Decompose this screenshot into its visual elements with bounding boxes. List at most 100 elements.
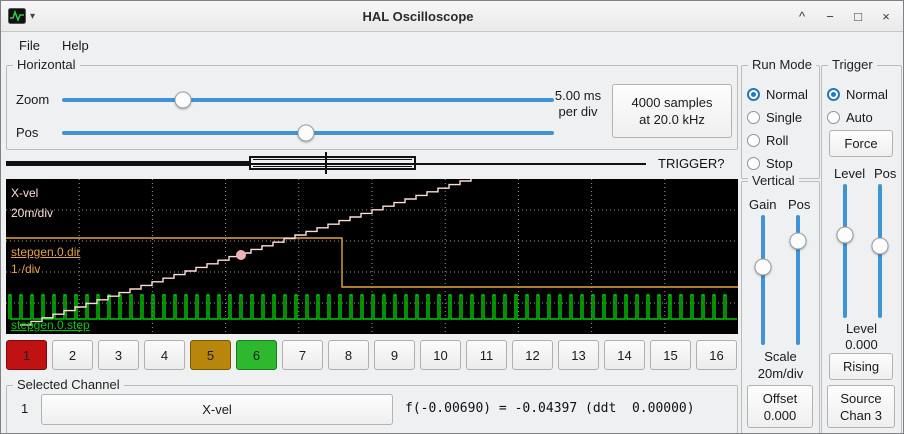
selected-channel-number: 1 [21,401,28,416]
scale-caption: Scale [742,349,819,365]
trigger-normal-radio[interactable]: Normal [827,84,888,104]
zoom-slider[interactable] [62,92,554,108]
scale-value: 20m/div [742,366,819,382]
radio-label: Single [766,110,802,125]
channel-name-button[interactable]: X-vel [41,394,393,425]
channel-button-6[interactable]: 6 [236,340,277,370]
window-controls: ^ − □ × [795,9,893,24]
gain-slider-handle[interactable] [755,259,772,276]
close-icon[interactable]: × [879,9,893,24]
vertical-group: Vertical Gain Pos Scale 20m/div Offset 0… [741,181,820,434]
trigger-level-slider-handle[interactable] [837,226,854,243]
edge-button[interactable]: Rising [829,353,893,380]
runmode-single-radio[interactable]: Single [747,107,802,127]
channel-button-14[interactable]: 14 [604,340,645,370]
hal-oscilloscope-window: ▾ HAL Oscilloscope ^ − □ × File Help Hor… [0,0,904,434]
scope-display: X-vel 20m/div stepgen.0.dir 1·/div stepg… [6,179,738,334]
trigger-auto-radio[interactable]: Auto [827,107,873,127]
scope-ch3-name: stepgen.0.step [11,318,90,332]
channel-button-5[interactable]: 5 [190,340,231,370]
radio-label: Roll [766,133,788,148]
shade-icon[interactable]: ^ [795,9,809,24]
channel-button-7[interactable]: 7 [282,340,323,370]
record-trigger-tick [325,152,327,174]
channel-button-12[interactable]: 12 [512,340,553,370]
source-button-value: Chan 3 [840,407,882,424]
force-button[interactable]: Force [829,130,893,157]
selected-channel-group-label: Selected Channel [13,377,124,392]
horizontal-group-label: Horizontal [13,57,80,72]
record-pretrigger-segment [6,161,251,166]
samples-button[interactable]: 4000 samples at 20.0 kHz [612,84,732,138]
radio-label: Normal [766,87,808,102]
offset-button-caption: Offset [763,390,797,407]
menu-file[interactable]: File [9,35,50,56]
vertical-group-label: Vertical [748,173,799,188]
offset-button[interactable]: Offset 0.000 [747,385,813,428]
samples-rate: at 20.0 kHz [639,111,705,128]
pos-slider[interactable] [62,125,554,141]
window-title: HAL Oscilloscope [41,9,795,24]
vertical-pos-slider[interactable] [790,215,806,345]
runmode-stop-radio[interactable]: Stop [747,153,793,173]
channel-button-3[interactable]: 3 [98,340,139,370]
channel-button-2[interactable]: 2 [52,340,93,370]
offset-button-value: 0.000 [764,407,797,424]
record-view-window-inner [253,159,412,167]
trigger-group-label: Trigger [828,57,877,72]
maximize-icon[interactable]: □ [851,9,865,24]
channel-value-readout: f(-0.00690) = -0.04397 (ddt 0.00000) [405,401,695,416]
pos-label: Pos [16,125,38,140]
trigger-pos-slider[interactable] [872,184,888,318]
zoom-slider-handle[interactable] [174,92,191,109]
zoom-slider-track[interactable] [62,98,554,102]
scope-ch1-name: X-vel [11,186,38,200]
force-button-label: Force [844,135,877,152]
trigger-source-button[interactable]: Source Chan 3 [827,385,895,428]
trigger-level-label: Level [834,166,865,181]
channel-button-13[interactable]: 13 [558,340,599,370]
gain-slider-track[interactable] [761,215,765,345]
record-view-window[interactable] [249,156,416,170]
channel-button-1[interactable]: 1 [6,340,47,370]
radio-icon [747,157,760,170]
channel-button-16[interactable]: 16 [696,340,737,370]
vertical-pos-slider-handle[interactable] [790,233,807,250]
pos-slider-handle[interactable] [297,125,314,142]
trigger-level-slider-track[interactable] [843,184,847,318]
vertical-pos-label: Pos [788,197,810,212]
trigger-pos-label: Pos [874,166,896,181]
radio-label: Normal [846,87,888,102]
channel-button-4[interactable]: 4 [144,340,185,370]
menu-help[interactable]: Help [52,35,99,56]
trigger-status-label: TRIGGER? [658,156,724,171]
trigger-level-slider[interactable] [837,184,853,318]
window-menu-arrow-icon[interactable]: ▾ [30,11,35,22]
run-mode-group-label: Run Mode [748,57,816,72]
trigger-level-caption: Level [822,321,901,337]
gain-slider[interactable] [755,215,771,345]
timebase-value: 5.00 ms [547,88,609,104]
scope-ch1-scale: 20m/div [11,206,53,220]
channel-button-9[interactable]: 9 [374,340,415,370]
titlebar: ▾ HAL Oscilloscope ^ − □ × [1,1,903,32]
channel-button-8[interactable]: 8 [328,340,369,370]
samples-count: 4000 samples [632,94,713,111]
source-button-caption: Source [840,390,881,407]
selected-channel-group: Selected Channel 1 X-vel f(-0.00690) = -… [6,385,738,434]
minimize-icon[interactable]: − [823,9,837,24]
trigger-pos-slider-handle[interactable] [872,237,889,254]
channel-name-label: X-vel [202,401,232,418]
trigger-point-marker [236,250,246,260]
runmode-normal-radio[interactable]: Normal [747,84,808,104]
scope-ch2-scale: 1·/div [11,262,40,276]
radio-icon [827,111,840,124]
channel-button-row: 12345678910111213141516 [6,340,737,370]
channel-button-15[interactable]: 15 [650,340,691,370]
channel-button-10[interactable]: 10 [420,340,461,370]
radio-icon [747,111,760,124]
channel-button-11[interactable]: 11 [466,340,507,370]
runmode-roll-radio[interactable]: Roll [747,130,788,150]
app-icon [8,7,26,25]
radio-label: Stop [766,156,793,171]
